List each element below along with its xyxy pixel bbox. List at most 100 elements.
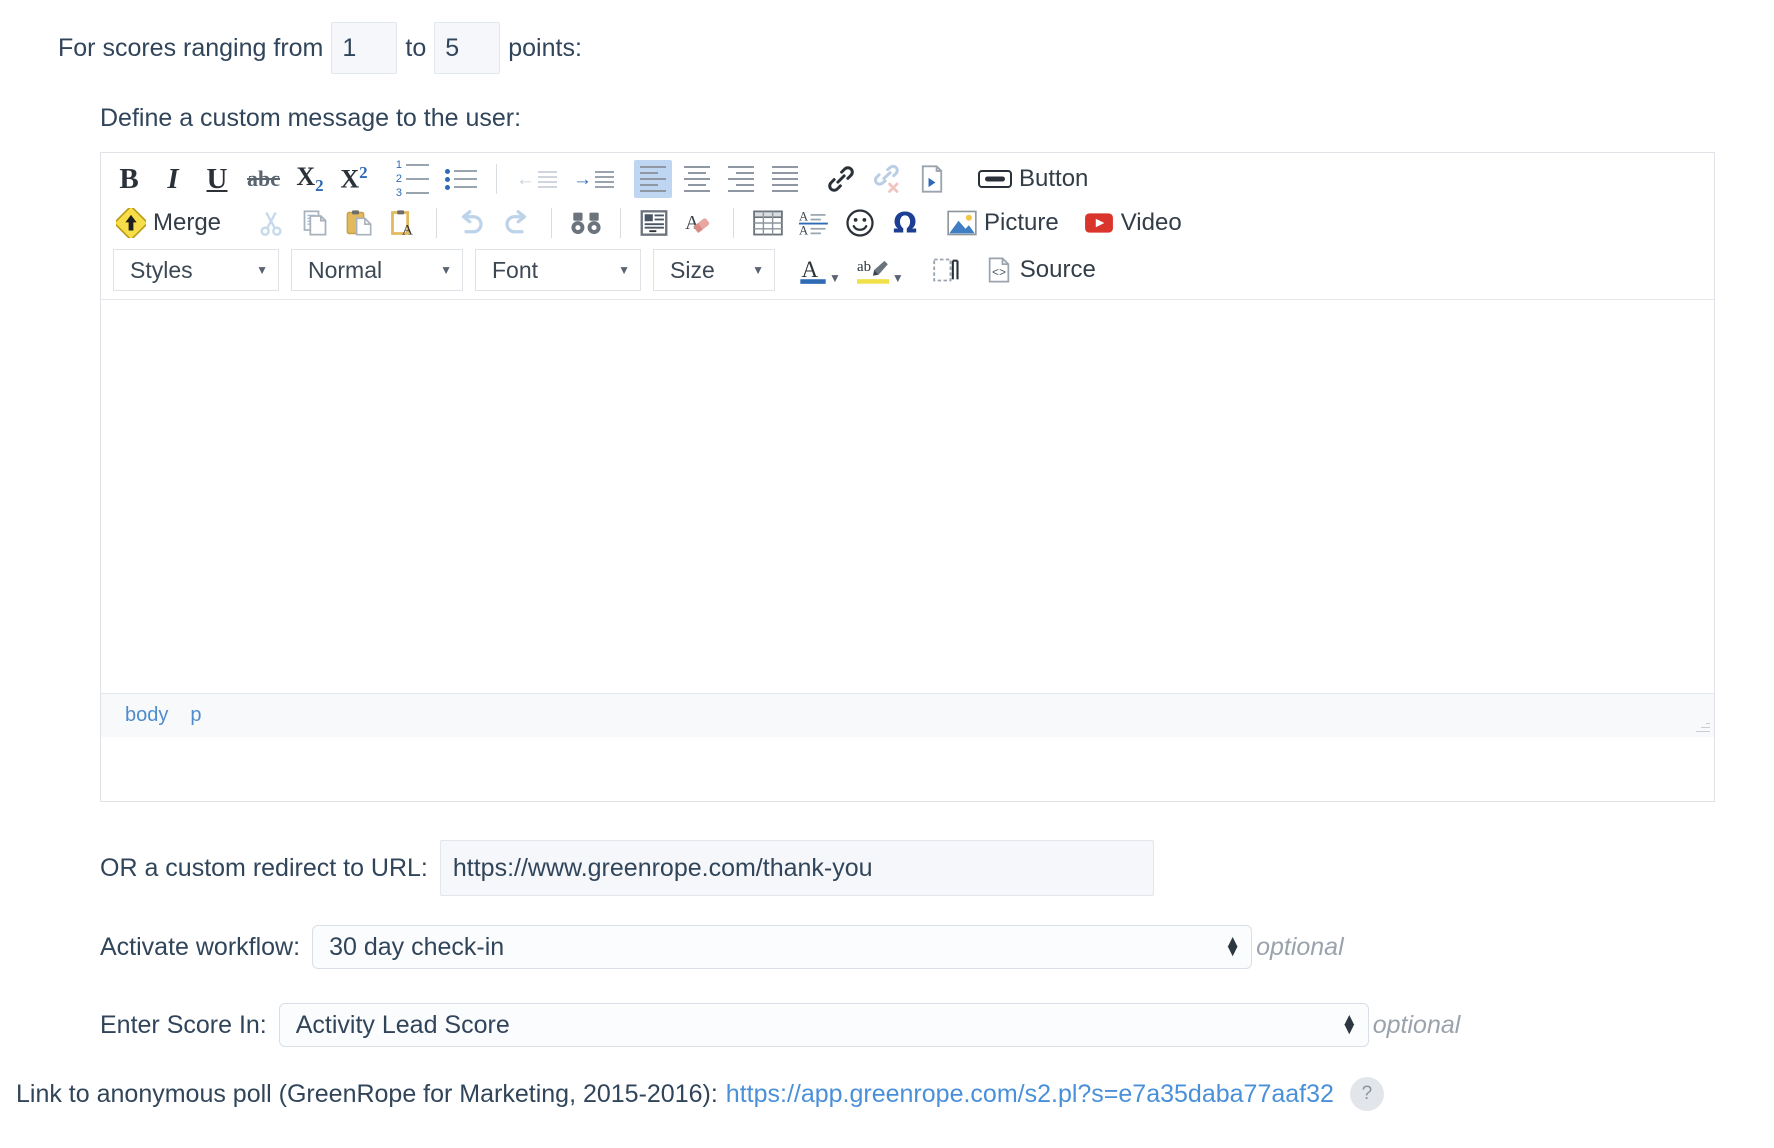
enter-score-in-optional-label: optional xyxy=(1372,1010,1461,1039)
remove-format-icon[interactable]: A xyxy=(679,204,719,242)
rich-text-editor: B I U abc X2 X2 1 2 3 ← → Button Merge A… xyxy=(100,152,1715,802)
activate-workflow-row: Activate workflow: 30 day check-in ▲ ▼ op… xyxy=(100,925,1344,969)
picture-label: Picture xyxy=(984,209,1059,236)
score-range-middle-label: to xyxy=(405,33,427,62)
toolbar-row-clipboard: Merge A A A A Ω Picture Video xyxy=(107,201,1708,245)
size-dropdown-value: Size xyxy=(670,256,715,283)
italic-icon[interactable]: I xyxy=(154,160,192,198)
anonymous-poll-footer: Link to anonymous poll (GreenRope for Ma… xyxy=(16,1077,1384,1111)
show-blocks-icon[interactable] xyxy=(928,251,966,289)
svg-text:A: A xyxy=(799,224,809,237)
toolbar-row-formatting: B I U abc X2 X2 1 2 3 ← → Button xyxy=(107,157,1708,201)
score-from-input[interactable] xyxy=(331,22,398,74)
chevron-down-icon: ▼ xyxy=(618,263,630,277)
chevron-down-icon: ▼ xyxy=(440,263,452,277)
strikethrough-icon[interactable]: abc xyxy=(242,160,285,198)
chevron-down-icon: ▼ xyxy=(891,271,904,285)
activate-workflow-value: 30 day check-in xyxy=(329,932,505,961)
score-range-row: For scores ranging from to points: xyxy=(58,22,582,74)
paste-as-text-icon[interactable]: A xyxy=(384,204,422,242)
styles-dropdown-value: Styles xyxy=(130,256,193,283)
toolbar-row-styles: Styles ▼ Normal ▼ Font ▼ Size ▼ A ▼ ab ▼… xyxy=(107,245,1708,291)
paste-icon[interactable] xyxy=(340,204,378,242)
chevron-down-icon: ▼ xyxy=(752,263,764,277)
picture-button[interactable]: Picture xyxy=(941,204,1065,242)
copy-icon[interactable] xyxy=(296,204,334,242)
table-icon[interactable] xyxy=(748,204,788,242)
styles-dropdown[interactable]: Styles ▼ xyxy=(113,249,279,291)
redo-icon[interactable] xyxy=(497,204,537,242)
paragraph-format-dropdown[interactable]: Normal ▼ xyxy=(291,249,463,291)
source-button[interactable]: <> Source xyxy=(979,251,1102,289)
source-label: Source xyxy=(1019,256,1096,283)
superscript-icon[interactable]: X2 xyxy=(335,160,373,198)
special-character-icon[interactable]: Ω xyxy=(886,204,924,242)
anonymous-poll-link[interactable]: https://app.greenrope.com/s2.pl?s=e7a35d… xyxy=(726,1080,1334,1109)
undo-icon[interactable] xyxy=(451,204,491,242)
bold-icon[interactable]: B xyxy=(110,160,148,198)
toolbar-separator xyxy=(733,208,735,238)
spinner-arrows-icon: ▲ ▼ xyxy=(1224,932,1242,960)
redirect-url-input[interactable] xyxy=(439,840,1154,896)
activate-workflow-select[interactable]: 30 day check-in ▲ ▼ xyxy=(312,925,1253,969)
editor-elements-path: body p xyxy=(101,693,1714,737)
line-height-icon[interactable]: A A xyxy=(794,204,834,242)
cut-icon[interactable] xyxy=(252,204,290,242)
align-right-icon[interactable] xyxy=(722,160,760,198)
toolbar-separator xyxy=(436,208,438,238)
video-label: Video xyxy=(1120,209,1182,236)
font-dropdown[interactable]: Font ▼ xyxy=(475,249,641,291)
activate-workflow-optional-label: optional xyxy=(1256,932,1344,961)
editor-content-area[interactable] xyxy=(101,300,1714,693)
bulleted-list-icon[interactable] xyxy=(440,160,482,198)
select-all-icon[interactable] xyxy=(635,204,673,242)
enter-score-in-row: Enter Score In: Activity Lead Score ▲ ▼ o… xyxy=(100,1003,1460,1047)
link-icon[interactable] xyxy=(821,160,861,198)
numbered-list-icon[interactable]: 1 2 3 xyxy=(388,159,434,198)
score-message-settings-page: For scores ranging from to points: Defin… xyxy=(0,0,1774,1148)
merge-field-button[interactable]: Merge xyxy=(110,204,227,242)
anchor-icon[interactable] xyxy=(913,160,951,198)
highlight-color-icon[interactable]: ab ▼ xyxy=(852,251,909,289)
editor-toolbar: B I U abc X2 X2 1 2 3 ← → Button Merge A… xyxy=(101,153,1714,300)
outdent-icon[interactable]: ← xyxy=(511,160,562,198)
score-to-input[interactable] xyxy=(434,22,501,74)
subscript-icon[interactable]: X2 xyxy=(291,160,329,198)
insert-button-button[interactable]: Button xyxy=(972,160,1094,198)
justify-icon[interactable] xyxy=(766,160,804,198)
svg-text:ab: ab xyxy=(857,259,871,275)
toolbar-separator xyxy=(551,208,553,238)
custom-message-label: Define a custom message to the user: xyxy=(100,104,522,132)
chevron-down-icon: ▼ xyxy=(829,271,841,285)
text-color-icon[interactable]: A ▼ xyxy=(795,251,846,289)
enter-score-in-label: Enter Score In: xyxy=(100,1010,267,1039)
font-dropdown-value: Font xyxy=(492,256,539,283)
merge-field-label: Merge xyxy=(153,209,222,236)
score-range-suffix-label: points: xyxy=(508,33,582,62)
spinner-arrows-icon: ▲ ▼ xyxy=(1340,1010,1358,1038)
size-dropdown[interactable]: Size ▼ xyxy=(653,249,775,291)
video-button[interactable]: Video xyxy=(1078,204,1188,242)
svg-text:A: A xyxy=(801,256,818,282)
editor-resize-grip[interactable] xyxy=(1694,718,1710,734)
score-range-prefix-label: For scores ranging from xyxy=(58,33,324,62)
redirect-url-label: OR a custom redirect to URL: xyxy=(100,853,428,882)
enter-score-in-select[interactable]: Activity Lead Score ▲ ▼ xyxy=(278,1003,1369,1047)
help-icon[interactable]: ? xyxy=(1349,1077,1384,1111)
paragraph-format-value: Normal xyxy=(308,256,383,283)
svg-text:<>: <> xyxy=(992,266,1006,280)
chevron-down-icon: ▼ xyxy=(256,263,268,277)
insert-button-label: Button xyxy=(1019,165,1089,192)
underline-icon[interactable]: U xyxy=(198,160,236,198)
smiley-icon[interactable] xyxy=(840,204,880,242)
unlink-icon[interactable] xyxy=(867,160,907,198)
elements-path-p[interactable]: p xyxy=(190,704,201,727)
elements-path-body[interactable]: body xyxy=(125,704,168,727)
align-left-icon[interactable] xyxy=(634,160,672,198)
indent-icon[interactable]: → xyxy=(568,160,619,198)
align-center-icon[interactable] xyxy=(678,160,716,198)
find-replace-icon[interactable] xyxy=(566,204,606,242)
enter-score-in-value: Activity Lead Score xyxy=(295,1010,510,1039)
activate-workflow-label: Activate workflow: xyxy=(100,932,301,961)
svg-text:A: A xyxy=(402,222,413,237)
